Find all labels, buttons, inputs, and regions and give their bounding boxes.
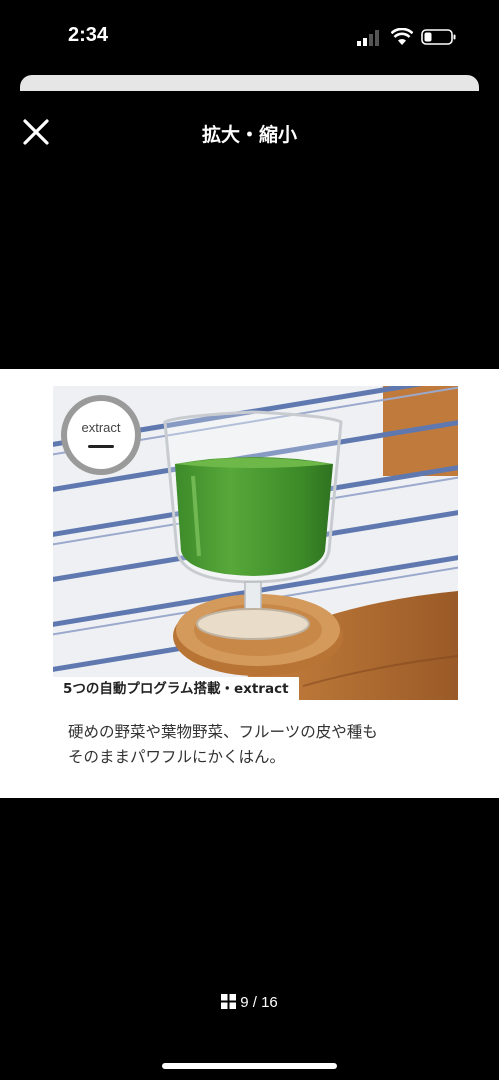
page-separator: / [252, 994, 257, 1011]
battery-icon [421, 29, 456, 45]
page-total: 16 [261, 994, 278, 1011]
page-current: 9 [240, 994, 249, 1011]
status-time: 2:34 [68, 24, 109, 46]
home-indicator[interactable] [162, 1063, 337, 1069]
status-bar: 2:34 [0, 0, 499, 70]
extract-badge-label: extract [81, 420, 121, 435]
image-caption: 5つの自動プログラム搭載・extract [53, 677, 299, 702]
page-indicator[interactable]: 9 / 16 [0, 994, 499, 1011]
sheet-edge [20, 75, 479, 91]
extract-badge: extract [61, 395, 141, 475]
description-line: そのままパワフルにかくはん。 [68, 748, 286, 766]
wifi-icon [391, 28, 413, 45]
image-description: 硬めの野菜や葉物野菜、フルーツの皮や種も そのままパワフルにかくはん。 [68, 720, 448, 770]
cellular-signal-icon [357, 30, 379, 46]
grid-icon [221, 994, 237, 1009]
viewer-title: 拡大・縮小 [201, 124, 297, 146]
minus-icon [88, 445, 114, 448]
description-line: 硬めの野菜や葉物野菜、フルーツの皮や種も [68, 723, 378, 741]
